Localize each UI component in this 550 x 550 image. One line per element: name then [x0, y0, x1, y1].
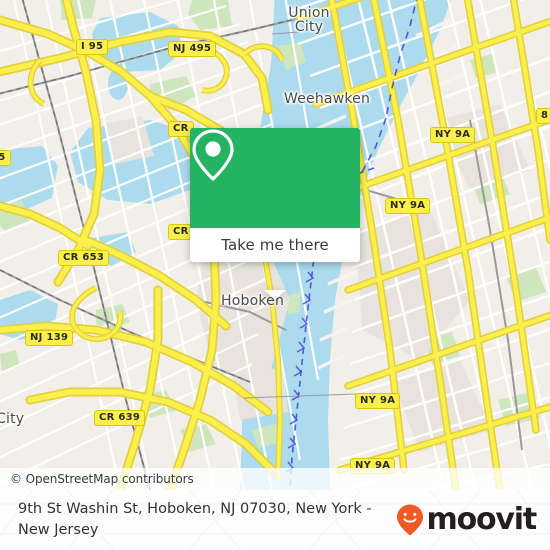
shield-ny-9a-3[interactable]: NY 9A	[355, 393, 401, 409]
map-label-city: City	[0, 411, 25, 427]
moovit-pin-smile-icon	[396, 504, 423, 536]
map-label-union-city-line2: City	[294, 19, 324, 35]
map-label-union-city-line1: Union	[288, 5, 330, 21]
shield-nj-495[interactable]: NJ 495	[168, 41, 217, 57]
moovit-brand[interactable]: moovit	[395, 503, 550, 537]
shield-cr-639[interactable]: CR 639	[94, 410, 146, 426]
callout-tail	[264, 290, 286, 300]
footer-content: 9th St Washin St, Hoboken, NJ 07030, New…	[0, 490, 550, 550]
location-callout-card[interactable]: Take me there	[190, 128, 360, 300]
callout-action-area[interactable]: Take me there	[190, 228, 360, 262]
footer-bar: 9th St Washin St, Hoboken, NJ 07030, New…	[0, 490, 550, 550]
map-label-weehawken: Weehawken	[284, 91, 371, 107]
shield-ny-9a-2[interactable]: NY 9A	[385, 198, 431, 214]
shield-95-edge[interactable]: 95	[0, 150, 11, 166]
moovit-wordmark: moovit	[426, 502, 538, 537]
shield-cr-653[interactable]: CR 653	[58, 250, 110, 266]
callout-icon-area	[190, 128, 360, 228]
shield-nj-139[interactable]: NJ 139	[25, 330, 74, 346]
footer-address-title: 9th St Washin St, Hoboken, NJ 07030, New…	[18, 501, 372, 538]
map-attribution-bar: © OpenStreetMap contributors	[0, 468, 550, 490]
shield-8-edge[interactable]: 8	[536, 108, 550, 124]
map-label-union-city: Union City	[281, 6, 337, 34]
map-screenshot: Union City Weehawken Hoboken City I 95 N…	[0, 0, 550, 550]
shield-i-95[interactable]: I 95	[76, 39, 109, 55]
map-canvas[interactable]: Union City Weehawken Hoboken City I 95 N…	[0, 0, 550, 490]
map-pin-icon	[192, 129, 234, 181]
take-me-there-label: Take me there	[221, 236, 329, 254]
shield-ny-9a-1[interactable]: NY 9A	[430, 127, 476, 143]
osm-attribution-text[interactable]: © OpenStreetMap contributors	[0, 472, 194, 486]
